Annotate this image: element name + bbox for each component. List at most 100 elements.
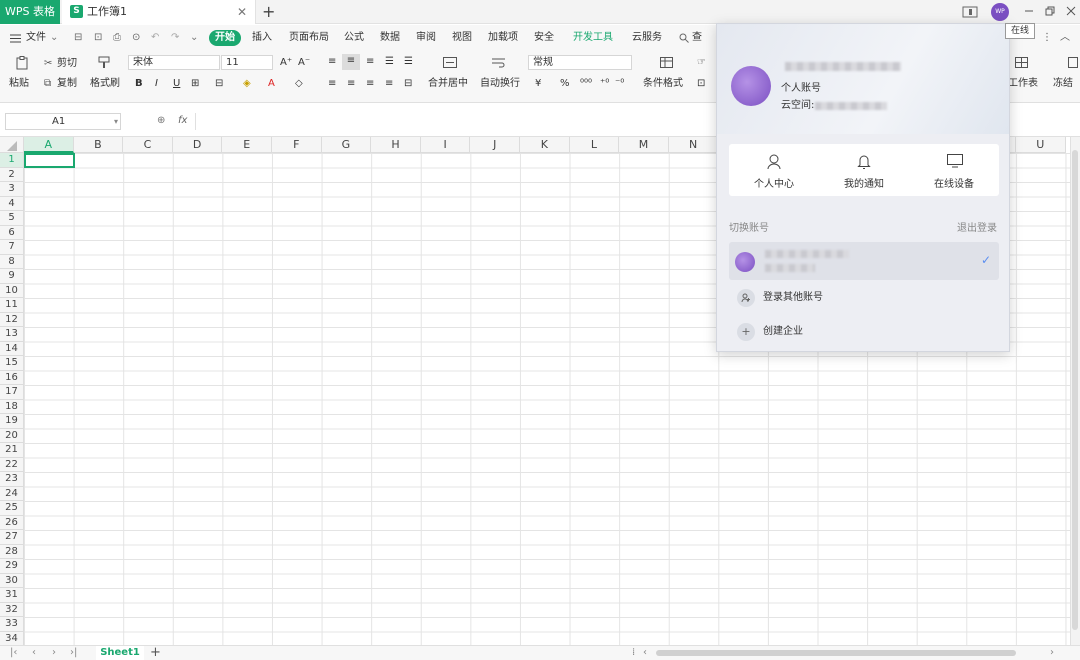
prev-sheet-icon[interactable]: ‹ [32,646,36,660]
sheet-tab[interactable]: Sheet1 [96,646,144,660]
fx-icon[interactable]: fx [178,114,187,128]
row-header[interactable]: 17 [0,385,24,400]
cell-style-icon[interactable]: ☞ [697,56,706,70]
copy-button[interactable]: 复制 [57,77,77,91]
row-header[interactable]: 28 [0,544,24,559]
increase-font-icon[interactable]: A⁺ [280,56,292,70]
tab-data[interactable]: 数据 [380,25,400,51]
print-icon[interactable]: ⎙ [113,25,121,51]
vertical-scroll-thumb[interactable] [1072,150,1078,630]
row-header[interactable]: 25 [0,501,24,516]
row-header[interactable]: 18 [0,399,24,414]
tab-home[interactable]: 开始 [209,30,241,46]
format-painter-button[interactable]: 格式刷 [90,77,120,91]
add-sheet-button[interactable]: + [150,646,161,660]
row-header[interactable]: 13 [0,327,24,342]
row-header[interactable]: 32 [0,602,24,617]
clear-format-icon[interactable]: ◇ [295,77,303,91]
freeze-button[interactable]: 冻结 [1053,77,1073,91]
tab-cloud-services[interactable]: 云服务 [632,25,662,51]
row-header[interactable]: 21 [0,443,24,458]
conditional-format-button[interactable]: 条件格式 [643,77,683,91]
cut-button[interactable]: 剪切 [57,57,77,71]
row-header[interactable]: 31 [0,588,24,603]
worksheet-button[interactable]: 工作表 [1008,77,1038,91]
column-header[interactable]: U [1016,137,1066,153]
search-label[interactable]: 查 [692,25,702,51]
paste-icon[interactable] [15,56,29,75]
column-header[interactable]: A [24,137,74,153]
tab-insert[interactable]: 插入 [252,25,272,51]
customize-icon[interactable]: ⌄ [190,25,198,51]
reading-mode-icon[interactable] [962,0,978,24]
current-account-row[interactable]: ✓ [729,242,999,280]
last-sheet-icon[interactable]: ›| [70,646,77,660]
percent-icon[interactable]: % [560,77,570,91]
column-header[interactable]: F [272,137,322,153]
row-header[interactable]: 4 [0,196,24,211]
minimize-icon[interactable] [1024,0,1034,24]
row-header[interactable]: 1 [0,153,24,168]
row-header[interactable]: 33 [0,617,24,632]
row-header[interactable]: 9 [0,269,24,284]
collapse-ribbon-icon[interactable]: ︿ [1060,25,1070,51]
row-header[interactable]: 3 [0,182,24,197]
row-header[interactable]: 14 [0,341,24,356]
row-header[interactable]: 7 [0,240,24,255]
name-box-dropdown-icon[interactable]: ▾ [114,115,118,129]
row-header[interactable]: 16 [0,370,24,385]
close-window-icon[interactable] [1066,0,1076,24]
column-header[interactable]: E [222,137,272,153]
italic-button[interactable]: I [155,77,158,91]
currency-icon[interactable]: ¥ [535,77,541,91]
row-header[interactable]: 27 [0,530,24,545]
row-header[interactable]: 2 [0,167,24,182]
tab-page-layout[interactable]: 页面布局 [289,25,329,51]
close-tab-icon[interactable]: ✕ [237,0,247,24]
column-header[interactable]: C [123,137,173,153]
align-bottom-icon[interactable]: ≡ [366,55,374,69]
personal-center-button[interactable]: 个人中心 [729,144,819,196]
font-name-select[interactable]: 宋体 [128,55,220,70]
decimal-decrease-icon[interactable]: ⁻⁰ [615,77,624,91]
zoom-icon[interactable]: ⊕ [157,114,165,128]
decimal-increase-icon[interactable]: ⁺⁰ [600,77,609,91]
tab-addins[interactable]: 加载项 [488,25,518,51]
restore-icon[interactable] [1045,0,1055,24]
fill-color-icon[interactable]: ◈ [243,77,251,91]
logout-link[interactable]: 退出登录 [957,219,997,234]
wrap-text-button[interactable]: 自动换行 [480,77,520,91]
selected-cell[interactable] [24,153,75,168]
preview-icon[interactable]: ⊙ [132,25,140,51]
new-tab-button[interactable]: + [262,0,275,23]
document-tab[interactable]: S 工作簿1 ✕ [62,0,256,24]
user-avatar-button[interactable]: WP [991,3,1009,21]
bold-button[interactable]: B [135,77,143,91]
decrease-font-icon[interactable]: A⁻ [298,56,310,70]
number-format-select[interactable]: 常规 [528,55,632,70]
more-icon[interactable]: ⋮ [1042,25,1052,51]
file-menu[interactable]: 文件 [26,25,46,51]
row-header[interactable]: 22 [0,457,24,472]
tab-view[interactable]: 视图 [452,25,472,51]
align-top-icon[interactable]: ≡ [328,55,336,69]
tab-review[interactable]: 审阅 [416,25,436,51]
save-icon[interactable]: ⊟ [74,25,82,51]
align-center-icon[interactable]: ≡ [347,77,355,91]
tab-developer[interactable]: 开发工具 [573,25,613,51]
column-header[interactable]: G [321,137,372,153]
chevron-down-icon[interactable]: ⌄ [50,25,58,51]
thousands-icon[interactable]: ⁰⁰⁰ [580,77,592,91]
table-style-icon[interactable]: ⊡ [697,77,705,91]
row-header[interactable]: 29 [0,559,24,574]
column-header[interactable]: H [371,137,421,153]
app-home-tab[interactable]: WPS 表格 [0,0,60,24]
row-header[interactable]: 6 [0,225,24,240]
select-all-corner[interactable] [0,137,24,153]
name-box[interactable]: A1 [5,113,121,130]
scroll-left-icon[interactable]: ‹ [643,646,647,660]
horizontal-scroll-thumb[interactable] [656,650,1016,656]
align-right-icon[interactable]: ≡ [366,77,374,91]
scroll-right-icon[interactable]: › [1050,646,1054,660]
first-sheet-icon[interactable]: |‹ [10,646,17,660]
